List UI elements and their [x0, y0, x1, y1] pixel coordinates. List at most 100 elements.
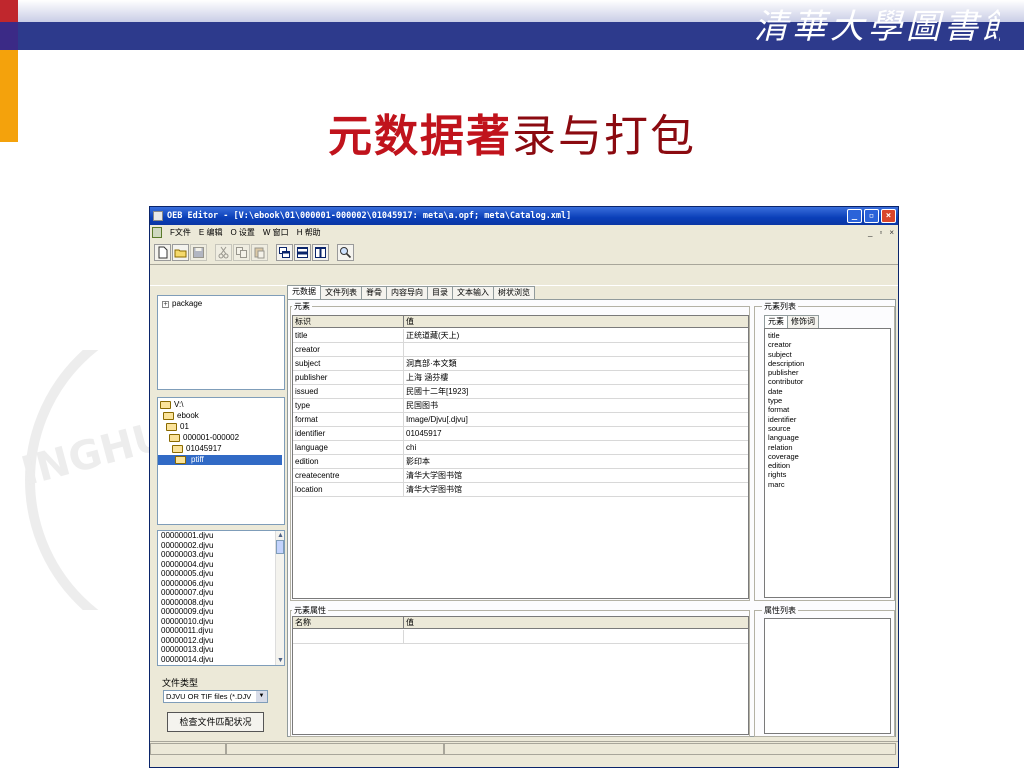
list-item[interactable]: format [765, 405, 890, 414]
folder-node-000001-000002[interactable]: 000001-000002 [169, 433, 239, 443]
element-value-cell[interactable]: 影印本 [404, 455, 748, 468]
tab-elements[interactable]: 元素 [764, 315, 788, 328]
new-icon[interactable] [154, 243, 171, 261]
tab-text-input[interactable]: 文本输入 [452, 286, 494, 299]
search-icon[interactable] [337, 243, 354, 261]
element-value-cell[interactable] [404, 343, 748, 356]
element-id-cell[interactable]: language [293, 441, 404, 454]
tab-file-list[interactable]: 文件列表 [320, 286, 362, 299]
column-header-value[interactable]: 值 [404, 316, 748, 328]
table-row[interactable]: createcentre 清华大学图书馆 [293, 469, 748, 483]
element-value-cell[interactable]: 正统道藏(天上) [404, 329, 748, 342]
table-row[interactable]: creator [293, 343, 748, 357]
list-item[interactable]: edition [765, 461, 890, 470]
folder-node-ebook[interactable]: ebook [163, 411, 199, 421]
copy-icon[interactable] [233, 243, 250, 261]
column-header-id[interactable]: 标识 [293, 316, 404, 328]
element-id-cell[interactable]: creator [293, 343, 404, 356]
menu-file[interactable]: F文件 [170, 226, 191, 240]
list-item[interactable]: creator [765, 340, 890, 349]
element-value-cell[interactable]: 01045917 [404, 427, 748, 440]
list-item[interactable]: 00000007.djvu [158, 588, 284, 598]
list-item[interactable]: contributor [765, 377, 890, 386]
list-item[interactable]: description [765, 359, 890, 368]
attr-name-cell[interactable] [293, 630, 404, 643]
attribute-list[interactable] [764, 618, 891, 734]
element-value-cell[interactable]: 民國十二年[1923] [404, 385, 748, 398]
expand-icon[interactable]: + [162, 300, 169, 308]
element-id-cell[interactable]: location [293, 483, 404, 496]
child-restore-button[interactable]: ▫ [879, 226, 882, 240]
document-icon[interactable] [152, 227, 162, 238]
window-titlebar[interactable]: OEB Editor - [V:\ebook\01\000001-000002\… [150, 207, 898, 225]
scroll-down-icon[interactable]: ▼ [276, 656, 284, 665]
list-item[interactable]: 00000005.djvu [158, 569, 284, 579]
table-row[interactable] [293, 630, 748, 644]
table-row[interactable]: language chi [293, 441, 748, 455]
list-item[interactable]: 00000011.djvu [158, 626, 284, 636]
list-item[interactable]: title [765, 331, 890, 340]
table-row[interactable]: title 正统道藏(天上) [293, 329, 748, 343]
element-value-cell[interactable]: 上海 涵芬樓 [404, 371, 748, 384]
list-item[interactable]: 00000010.djvu [158, 617, 284, 627]
element-value-cell[interactable]: 清华大学图书馆 [404, 469, 748, 482]
list-item[interactable]: relation [765, 443, 890, 452]
table-row[interactable]: publisher 上海 涵芬樓 [293, 371, 748, 385]
attr-value-cell[interactable] [404, 630, 748, 643]
list-item[interactable]: subject [765, 350, 890, 359]
save-icon[interactable] [190, 243, 207, 261]
child-close-button[interactable]: × [889, 226, 894, 240]
element-id-cell[interactable]: format [293, 413, 404, 426]
folder-node-ptiff[interactable]: ptiff [158, 455, 282, 465]
element-id-cell[interactable]: edition [293, 455, 404, 468]
list-item[interactable]: date [765, 387, 890, 396]
filetype-select[interactable]: DJVU OR TIF files (*.DJV ▼ [163, 690, 268, 703]
file-list-scrollbar[interactable]: ▲ ▼ [275, 531, 284, 665]
element-value-cell[interactable]: 民国图书 [404, 399, 748, 412]
folder-node-root[interactable]: V:\ [160, 400, 183, 410]
tab-metadata[interactable]: 元数据 [287, 285, 321, 299]
list-item[interactable]: 00000009.djvu [158, 607, 284, 617]
minimize-button[interactable]: _ [847, 209, 862, 223]
folder-node-01045917[interactable]: 01045917 [172, 444, 222, 454]
list-item[interactable]: 00000014.djvu [158, 655, 284, 665]
column-header-name[interactable]: 名称 [293, 617, 404, 629]
scroll-up-icon[interactable]: ▲ [276, 531, 284, 540]
cut-icon[interactable] [215, 243, 232, 261]
tab-spine[interactable]: 脊骨 [361, 286, 387, 299]
list-item[interactable]: marc [765, 480, 890, 489]
element-value-cell[interactable]: Image/Djvu[.djvu] [404, 413, 748, 426]
scroll-thumb[interactable] [276, 540, 284, 554]
list-item[interactable]: 00000004.djvu [158, 560, 284, 570]
menu-edit[interactable]: E 编辑 [199, 226, 223, 240]
table-row[interactable]: subject 洞真部·本文類 [293, 357, 748, 371]
list-item[interactable]: 00000001.djvu [158, 531, 284, 541]
list-item[interactable]: coverage [765, 452, 890, 461]
list-item[interactable]: 00000002.djvu [158, 541, 284, 551]
file-list[interactable]: 00000001.djvu 00000002.djvu 00000003.djvu 0… [157, 530, 285, 666]
cascade-icon[interactable] [276, 243, 293, 261]
element-value-cell[interactable]: chi [404, 441, 748, 454]
table-row[interactable]: type 民国图书 [293, 399, 748, 413]
element-id-cell[interactable]: issued [293, 385, 404, 398]
tab-guide[interactable]: 内容导向 [386, 286, 428, 299]
list-item[interactable]: 00000013.djvu [158, 645, 284, 655]
package-node[interactable]: + package [162, 299, 202, 309]
table-row[interactable]: identifier 01045917 [293, 427, 748, 441]
list-item[interactable]: 00000006.djvu [158, 579, 284, 589]
elements-grid[interactable]: 标识 值 title 正统道藏(天上) creator subject 洞真部·本文類 p… [292, 315, 749, 599]
element-value-cell[interactable]: 清华大学图书馆 [404, 483, 748, 496]
paste-icon[interactable] [251, 243, 268, 261]
list-item[interactable]: publisher [765, 368, 890, 377]
folder-tree[interactable]: V:\ ebook 01 000001-000002 01045917 ptif… [157, 397, 285, 525]
element-id-cell[interactable]: createcentre [293, 469, 404, 482]
open-icon[interactable] [172, 243, 189, 261]
element-list[interactable]: title creator subject description publisher c… [764, 328, 891, 598]
list-item[interactable]: 00000012.djvu [158, 636, 284, 646]
menu-help[interactable]: H 帮助 [297, 226, 321, 240]
check-match-button[interactable]: 检查文件匹配状况 [167, 712, 264, 732]
tab-tree-view[interactable]: 树状浏览 [493, 286, 535, 299]
table-row[interactable]: location 清华大学图书馆 [293, 483, 748, 497]
list-item[interactable]: 00000008.djvu [158, 598, 284, 608]
list-item[interactable]: rights [765, 470, 890, 479]
